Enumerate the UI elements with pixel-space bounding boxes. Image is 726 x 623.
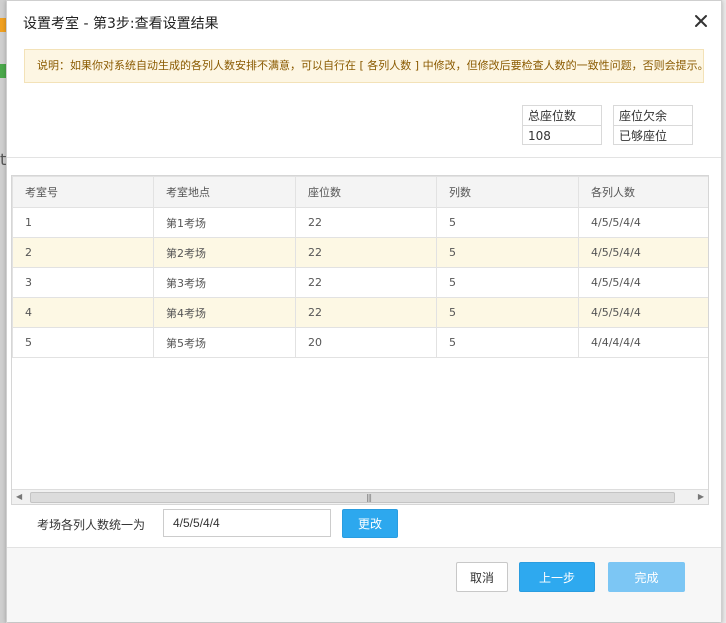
total-seats-value: 108 xyxy=(522,125,602,145)
cell-location: 第4考场 xyxy=(153,297,296,328)
divider xyxy=(7,157,721,158)
previous-step-button[interactable]: 上一步 xyxy=(519,562,595,592)
cell-column-sizes[interactable]: 4/5/5/4/4 xyxy=(578,267,708,298)
cell-location: 第2考场 xyxy=(153,237,296,268)
cell-seat-count: 22 xyxy=(295,207,437,238)
cell-column-count: 5 xyxy=(436,237,579,268)
grip-icon: ||| xyxy=(366,493,372,502)
cell-seat-count: 22 xyxy=(295,237,437,268)
column-header-room-no[interactable]: 考室号 xyxy=(12,176,154,208)
cell-seat-count: 22 xyxy=(295,267,437,298)
cell-room-no: 4 xyxy=(12,297,154,328)
close-icon[interactable] xyxy=(691,11,711,31)
exam-room-table: 考室号 考室地点 座位数 列数 各列人数 1 第1考场 22 5 4/5/5/4… xyxy=(12,176,708,358)
cell-column-count: 5 xyxy=(436,297,579,328)
cell-room-no: 2 xyxy=(12,237,154,268)
unify-columns-input[interactable] xyxy=(163,509,331,537)
notice-text: 说明：如果你对系统自动生成的各列人数安排不满意，可以自行在 [ 各列人数 ] 中… xyxy=(37,59,704,72)
table-row[interactable]: 5 第5考场 20 5 4/4/4/4/4 xyxy=(12,327,708,358)
table-row[interactable]: 1 第1考场 22 5 4/5/5/4/4 xyxy=(12,207,708,238)
horizontal-scrollbar[interactable]: ◀ ||| ▶ xyxy=(12,489,708,504)
setup-exam-room-dialog: 设置考室 - 第3步:查看设置结果 说明：如果你对系统自动生成的各列人数安排不满… xyxy=(6,0,722,622)
cell-seat-count: 22 xyxy=(295,297,437,328)
change-button[interactable]: 更改 xyxy=(342,509,398,538)
cell-column-count: 5 xyxy=(436,267,579,298)
cell-location: 第3考场 xyxy=(153,267,296,298)
column-header-location[interactable]: 考室地点 xyxy=(153,176,296,208)
exam-room-grid: 考室号 考室地点 座位数 列数 各列人数 1 第1考场 22 5 4/5/5/4… xyxy=(11,175,709,505)
seat-shortage-value: 已够座位 xyxy=(613,125,693,145)
notice-box: 说明：如果你对系统自动生成的各列人数安排不满意，可以自行在 [ 各列人数 ] 中… xyxy=(24,49,704,83)
cell-column-sizes[interactable]: 4/4/4/4/4 xyxy=(578,327,708,358)
column-header-column-count[interactable]: 列数 xyxy=(436,176,579,208)
total-seats-box: 总座位数 108 xyxy=(522,105,602,145)
cancel-button[interactable]: 取消 xyxy=(456,562,508,592)
total-seats-label: 总座位数 xyxy=(522,105,602,125)
finish-button[interactable]: 完成 xyxy=(608,562,685,592)
seat-shortage-box: 座位欠余 已够座位 xyxy=(613,105,693,145)
dialog-titlebar: 设置考室 - 第3步:查看设置结果 xyxy=(7,1,721,43)
cell-room-no: 3 xyxy=(12,267,154,298)
seat-shortage-label: 座位欠余 xyxy=(613,105,693,125)
table-header-row: 考室号 考室地点 座位数 列数 各列人数 xyxy=(12,176,708,208)
cell-column-sizes[interactable]: 4/5/5/4/4 xyxy=(578,207,708,238)
cell-room-no: 5 xyxy=(12,327,154,358)
scroll-left-arrow-icon[interactable]: ◀ xyxy=(16,492,22,501)
table-row[interactable]: 4 第4考场 22 5 4/5/5/4/4 xyxy=(12,297,708,328)
cell-seat-count: 20 xyxy=(295,327,437,358)
cell-column-count: 5 xyxy=(436,327,579,358)
table-row[interactable]: 2 第2考场 22 5 4/5/5/4/4 xyxy=(12,237,708,268)
cell-column-sizes[interactable]: 4/5/5/4/4 xyxy=(578,297,708,328)
scroll-right-arrow-icon[interactable]: ▶ xyxy=(698,492,704,501)
cell-location: 第5考场 xyxy=(153,327,296,358)
dialog-title: 设置考室 - 第3步:查看设置结果 xyxy=(23,16,219,32)
column-header-column-sizes[interactable]: 各列人数 xyxy=(578,176,708,208)
cell-location: 第1考场 xyxy=(153,207,296,238)
column-header-seat-count[interactable]: 座位数 xyxy=(295,176,437,208)
cell-column-count: 5 xyxy=(436,207,579,238)
scrollbar-thumb[interactable]: ||| xyxy=(30,492,675,503)
cell-column-sizes[interactable]: 4/5/5/4/4 xyxy=(578,237,708,268)
cell-room-no: 1 xyxy=(12,207,154,238)
table-row[interactable]: 3 第3考场 22 5 4/5/5/4/4 xyxy=(12,267,708,298)
unify-columns-label: 考场各列人数统一为 xyxy=(37,518,146,532)
